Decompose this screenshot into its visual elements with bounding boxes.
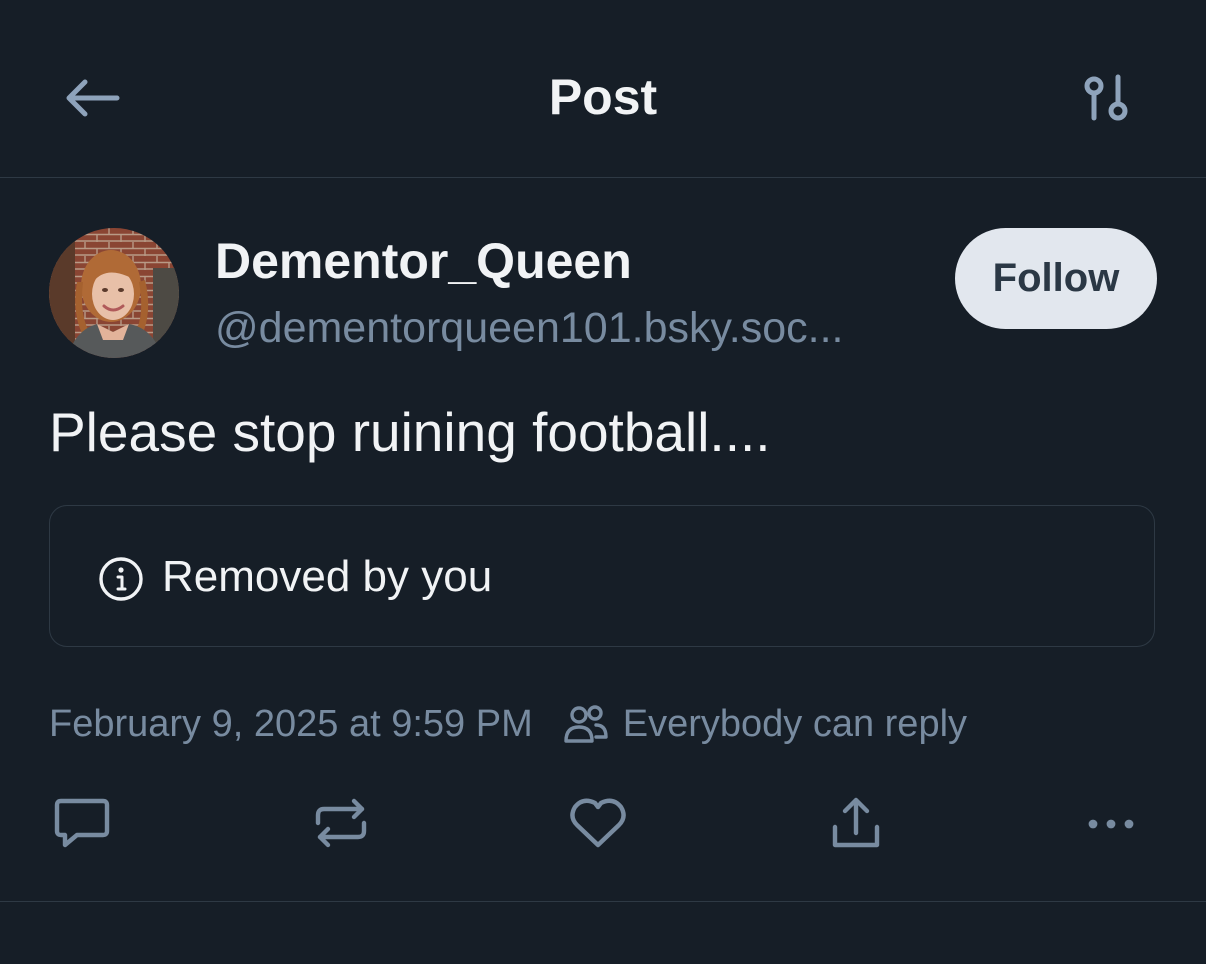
reply-setting-text: Everybody can reply	[622, 702, 968, 745]
post-timestamp: February 9, 2025 at 9:59 PM	[49, 702, 533, 745]
share-icon	[832, 797, 880, 848]
sliders-icon	[1084, 74, 1128, 121]
removed-notice[interactable]: Removed by you	[49, 505, 1155, 647]
repost-button[interactable]	[308, 790, 374, 856]
notice-text: Removed by you	[162, 552, 493, 601]
reply-button[interactable]	[49, 790, 115, 856]
post-meta: February 9, 2025 at 9:59 PM Everybody ca…	[49, 700, 967, 748]
share-button[interactable]	[823, 790, 889, 856]
people-icon	[564, 705, 608, 743]
top-bar: Post	[0, 0, 1206, 178]
reply-setting[interactable]: Everybody can reply	[563, 703, 967, 746]
post-text: Please stop ruining football....	[49, 401, 771, 463]
author-display-name[interactable]: Dementor_Queen	[215, 232, 632, 290]
avatar-image	[49, 228, 179, 358]
repost-icon	[315, 798, 367, 848]
divider	[0, 901, 1206, 902]
follow-button[interactable]: Follow	[955, 228, 1157, 329]
like-icon	[570, 798, 626, 848]
page-title: Post	[548, 69, 658, 125]
author-handle[interactable]: @dementorqueen101.bsky.soc...	[215, 304, 844, 353]
like-button[interactable]	[565, 790, 631, 856]
avatar[interactable]	[49, 228, 179, 358]
more-icon	[1088, 819, 1134, 829]
more-options-button[interactable]	[1078, 790, 1144, 856]
reply-icon	[54, 798, 110, 848]
thread-settings-button[interactable]	[1076, 70, 1136, 126]
info-icon	[99, 557, 143, 601]
